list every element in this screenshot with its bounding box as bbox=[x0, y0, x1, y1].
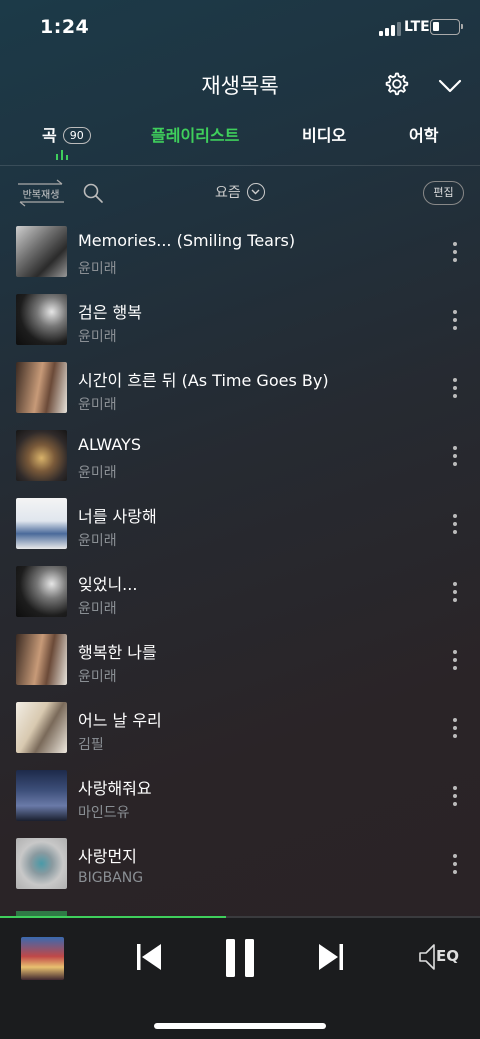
eq-label: EQ bbox=[436, 947, 459, 965]
song-artist: 윤미래 bbox=[78, 533, 117, 549]
song-artist: 윤미래 bbox=[78, 261, 117, 277]
more-options-icon[interactable] bbox=[448, 310, 462, 332]
tab-songs[interactable]: 곡 90 bbox=[42, 122, 91, 146]
equalizer-button[interactable]: EQ bbox=[418, 942, 460, 972]
edit-button[interactable]: 편집 bbox=[423, 181, 464, 205]
network-label: LTE bbox=[404, 19, 430, 35]
song-title: 잊었니... bbox=[78, 575, 138, 594]
song-row[interactable]: 잊었니... 윤미래 bbox=[0, 558, 480, 626]
previous-button[interactable] bbox=[136, 943, 162, 971]
now-playing-album-art[interactable] bbox=[21, 937, 64, 980]
signal-icon bbox=[379, 22, 401, 36]
album-art bbox=[16, 838, 67, 889]
battery-icon bbox=[430, 19, 463, 35]
previous-icon bbox=[137, 944, 161, 970]
sort-dropdown[interactable]: 요즘 bbox=[215, 182, 266, 202]
song-artist: 윤미래 bbox=[78, 601, 117, 617]
more-options-icon[interactable] bbox=[448, 718, 462, 740]
song-artist: 마인드유 bbox=[78, 805, 130, 821]
next-button[interactable] bbox=[318, 943, 344, 971]
status-bar: 1:24 LTE bbox=[0, 0, 480, 56]
song-artist: 윤미래 bbox=[78, 465, 117, 481]
song-artist: 윤미래 bbox=[78, 669, 117, 685]
gear-icon bbox=[385, 72, 409, 96]
sort-label: 요즘 bbox=[215, 185, 241, 201]
tab-songs-label: 곡 bbox=[42, 126, 57, 145]
home-indicator bbox=[154, 1023, 326, 1029]
album-art bbox=[16, 430, 67, 481]
album-art bbox=[16, 294, 67, 345]
song-title: 너를 사랑해 bbox=[78, 507, 157, 526]
song-title: 행복한 나를 bbox=[78, 643, 157, 662]
more-options-icon[interactable] bbox=[448, 514, 462, 536]
album-art bbox=[16, 226, 67, 277]
more-options-icon[interactable] bbox=[448, 242, 462, 264]
search-icon bbox=[83, 183, 103, 203]
list-toolbar: 반복재생 요즘 편집 bbox=[0, 176, 480, 210]
status-time: 1:24 bbox=[40, 16, 90, 38]
progress-fill bbox=[0, 916, 226, 918]
album-art bbox=[16, 566, 67, 617]
repeat-button[interactable]: 반복재생 bbox=[16, 179, 66, 207]
song-title: Memories... (Smiling Tears) bbox=[78, 231, 296, 250]
tab-playlist[interactable]: 플레이리스트 bbox=[151, 122, 239, 146]
song-title: 어느 날 우리 bbox=[78, 711, 162, 730]
song-row[interactable]: 검은 행복 윤미래 bbox=[0, 286, 480, 354]
song-row[interactable]: 시간이 흐른 뒤 (As Time Goes By) 윤미래 bbox=[0, 354, 480, 422]
now-playing-indicator-icon bbox=[56, 150, 70, 160]
settings-button[interactable] bbox=[382, 70, 410, 98]
album-art bbox=[16, 770, 67, 821]
song-row[interactable]: 행복한 나를 윤미래 bbox=[0, 626, 480, 694]
album-art bbox=[16, 362, 67, 413]
collapse-button[interactable] bbox=[436, 72, 464, 100]
song-title: 사랑해줘요 bbox=[78, 779, 152, 798]
song-artist: 김필 bbox=[78, 737, 104, 753]
pause-button[interactable] bbox=[224, 938, 256, 978]
more-options-icon[interactable] bbox=[448, 378, 462, 400]
album-art bbox=[16, 634, 67, 685]
song-row[interactable]: 사랑먼지 BIGBANG bbox=[0, 830, 480, 898]
song-row[interactable]: 어느 날 우리 김필 bbox=[0, 694, 480, 762]
tab-video[interactable]: 비디오 bbox=[302, 122, 346, 146]
song-title: ALWAYS bbox=[78, 435, 141, 454]
pause-icon bbox=[226, 939, 254, 977]
more-options-icon[interactable] bbox=[448, 650, 462, 672]
speaker-icon bbox=[419, 944, 435, 970]
song-artist: 윤미래 bbox=[78, 397, 117, 413]
song-title: 검은 행복 bbox=[78, 303, 142, 322]
song-count-badge: 90 bbox=[62, 127, 91, 144]
chevron-down-circle-icon bbox=[247, 183, 266, 201]
tab-language[interactable]: 어학 bbox=[409, 122, 438, 146]
song-row[interactable]: 사랑해줘요 마인드유 bbox=[0, 762, 480, 830]
song-title: 시간이 흐른 뒤 (As Time Goes By) bbox=[78, 371, 329, 390]
mini-player: EQ bbox=[0, 916, 480, 1039]
repeat-label: 반복재생 bbox=[22, 190, 60, 201]
progress-bar[interactable] bbox=[0, 916, 480, 918]
song-row[interactable]: Memories... (Smiling Tears) 윤미래 bbox=[0, 218, 480, 286]
song-title: 사랑먼지 bbox=[78, 847, 137, 866]
album-art bbox=[16, 498, 67, 549]
song-row[interactable]: ALWAYS 윤미래 bbox=[0, 422, 480, 490]
more-options-icon[interactable] bbox=[448, 446, 462, 468]
divider bbox=[0, 165, 480, 166]
chevron-down-icon bbox=[438, 79, 462, 93]
more-options-icon[interactable] bbox=[448, 786, 462, 808]
album-art bbox=[16, 702, 67, 753]
next-icon bbox=[319, 944, 343, 970]
tab-bar: 곡 90 플레이리스트 비디오 어학 bbox=[0, 120, 480, 164]
more-options-icon[interactable] bbox=[448, 854, 462, 876]
song-artist: 윤미래 bbox=[78, 329, 117, 345]
more-options-icon[interactable] bbox=[448, 582, 462, 604]
song-artist: BIGBANG bbox=[78, 870, 144, 886]
song-row[interactable]: 너를 사랑해 윤미래 bbox=[0, 490, 480, 558]
search-button[interactable] bbox=[82, 182, 104, 204]
